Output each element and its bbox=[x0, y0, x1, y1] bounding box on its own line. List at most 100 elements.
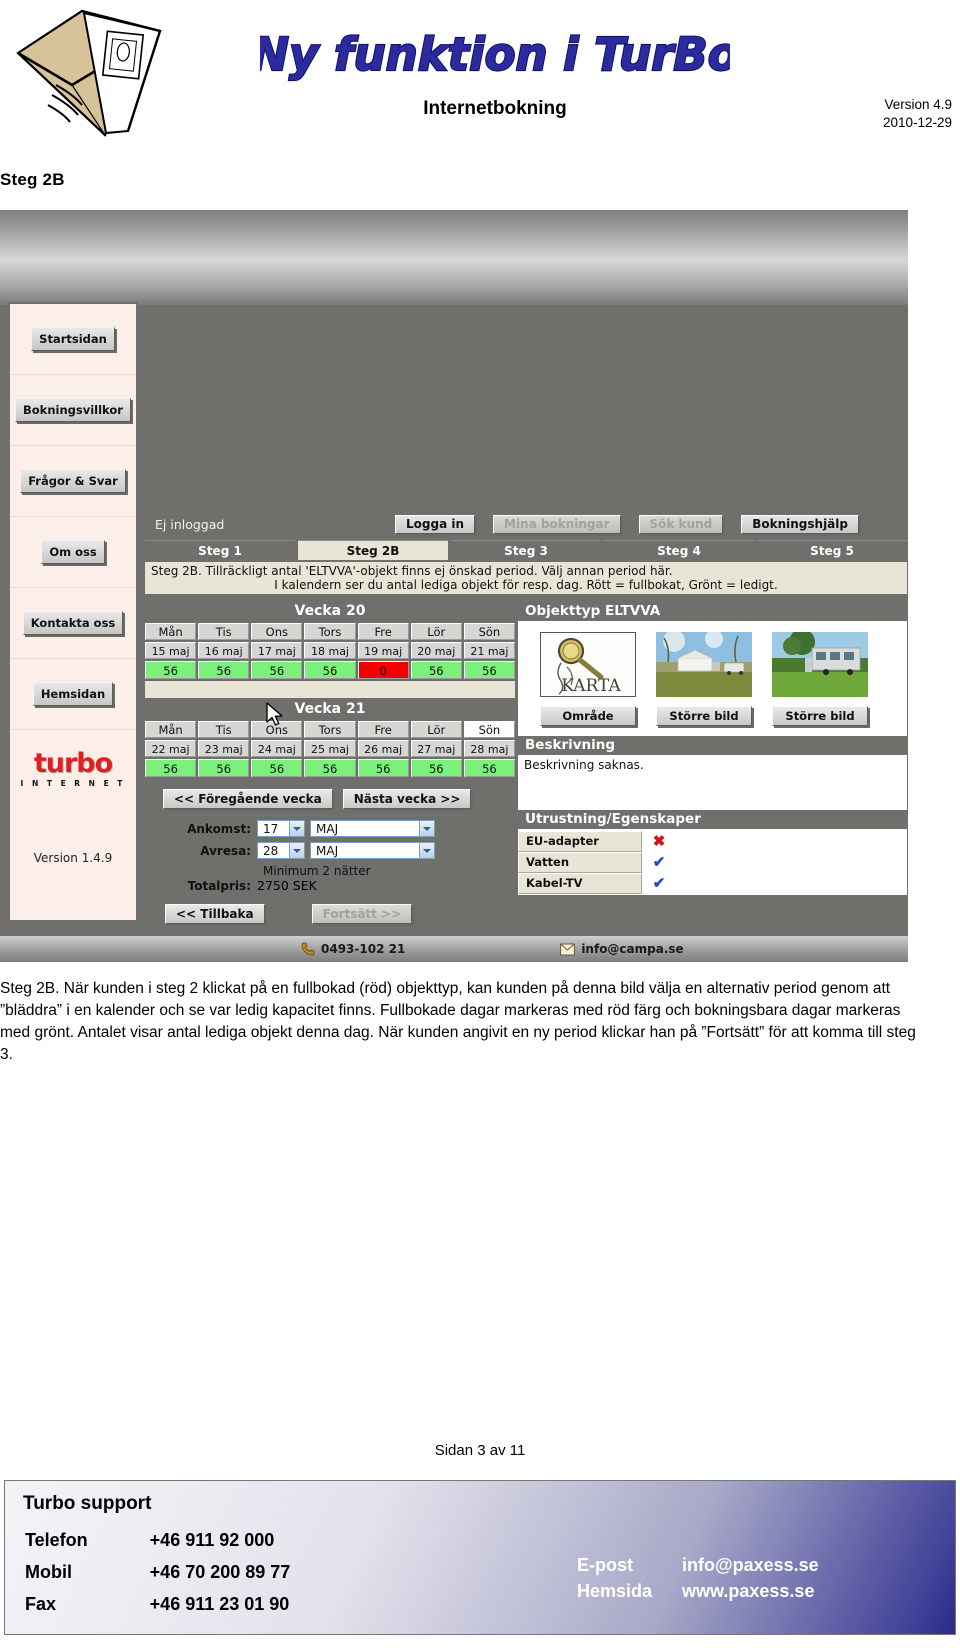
contact-label: Mobil bbox=[25, 1562, 72, 1582]
departure-label: Avresa: bbox=[200, 843, 251, 858]
step-tab-strip: Steg 1 Steg 2B Steg 3 Steg 4 Steg 5 bbox=[145, 540, 907, 560]
dow-cell: Tis bbox=[198, 721, 250, 738]
storre-bild-button-2[interactable]: Större bild bbox=[772, 706, 868, 726]
capacity-cell[interactable]: 56 bbox=[251, 661, 303, 679]
capacity-cell[interactable]: 56 bbox=[304, 759, 356, 777]
sidebar-item-bokningsvillkor[interactable]: Bokningsvillkor bbox=[10, 375, 136, 446]
previous-week-button[interactable]: << Föregående vecka bbox=[163, 789, 333, 809]
calendar-panel: Vecka 20 Mån Tis Ons Tors Fre Lör Sön 15… bbox=[145, 602, 515, 924]
arrival-day-select[interactable]: 17 bbox=[257, 820, 305, 837]
departure-row: Avresa: 28 MAJ bbox=[145, 842, 515, 859]
capacity-cell[interactable]: 56 bbox=[463, 759, 515, 777]
contact-left-column: Telefon +46 911 92 000 Mobil +46 70 200 … bbox=[23, 1525, 292, 1623]
page-number: Sidan 3 av 11 bbox=[434, 1442, 526, 1459]
sidebar-item-kontakta-oss[interactable]: Kontakta oss bbox=[10, 588, 136, 659]
departure-day-value: 28 bbox=[263, 843, 279, 858]
logga-in-button[interactable]: Logga in bbox=[395, 514, 476, 534]
tab-steg-5[interactable]: Steg 5 bbox=[757, 540, 907, 560]
dow-cell: Lör bbox=[410, 623, 462, 640]
contact-row-mobil: Mobil +46 70 200 89 77 bbox=[25, 1559, 290, 1589]
arrival-month-select[interactable]: MAJ bbox=[310, 820, 435, 837]
date-cell: 23 maj bbox=[198, 740, 250, 757]
back-button[interactable]: << Tillbaka bbox=[165, 904, 265, 924]
dow-cell: Mån bbox=[145, 721, 197, 738]
capacity-cell[interactable]: 56 bbox=[410, 759, 462, 777]
bokningshjalp-button[interactable]: Bokningshjälp bbox=[741, 514, 859, 534]
chevron-down-icon[interactable] bbox=[419, 843, 434, 858]
date-cell: 16 maj bbox=[198, 642, 250, 659]
sidebar-item-om-oss[interactable]: Om oss bbox=[10, 517, 136, 588]
tab-steg-3[interactable]: Steg 3 bbox=[451, 540, 601, 560]
chevron-down-icon[interactable] bbox=[419, 821, 434, 836]
capacity-cell[interactable]: 56 bbox=[357, 759, 409, 777]
chevron-down-icon[interactable] bbox=[289, 821, 304, 836]
contact-value: +46 911 92 000 bbox=[149, 1530, 275, 1550]
info-line-1: Steg 2B. Tillräckligt antal 'ELTVVA'-obj… bbox=[151, 564, 673, 578]
status-email-text: info@campa.se bbox=[581, 942, 684, 956]
sidebar-item-label[interactable]: Hemsidan bbox=[32, 682, 114, 706]
total-price-value: 2750 SEK bbox=[257, 878, 317, 893]
sidebar-item-label[interactable]: Kontakta oss bbox=[22, 611, 124, 635]
contact-value[interactable]: info@paxess.se bbox=[654, 1555, 819, 1579]
continue-button[interactable]: Fortsätt >> bbox=[311, 904, 413, 924]
page-title: Ny funktion i TurBo bbox=[260, 22, 730, 86]
capacity-cell[interactable]: 56 bbox=[463, 661, 515, 679]
departure-month-select[interactable]: MAJ bbox=[310, 842, 435, 859]
sidebar-item-fragor-svar[interactable]: Frågor & Svar bbox=[10, 446, 136, 517]
next-week-button[interactable]: Nästa vecka >> bbox=[342, 789, 472, 809]
contact-footer: Turbo support Telefon +46 911 92 000 Mob… bbox=[4, 1480, 956, 1635]
app-status-bar: 0493-102 21 info@campa.se bbox=[0, 936, 908, 962]
contact-value: +46 911 23 01 90 bbox=[149, 1594, 290, 1614]
caravan-photo-2[interactable] bbox=[772, 632, 868, 697]
capacity-cell[interactable]: 56 bbox=[304, 661, 356, 679]
capacity-cell[interactable]: 56 bbox=[410, 661, 462, 679]
tab-steg-1[interactable]: Steg 1 bbox=[145, 540, 295, 560]
week-20-dow-row: Mån Tis Ons Tors Fre Lör Sön bbox=[145, 623, 515, 640]
date-cell: 22 maj bbox=[145, 740, 197, 757]
caravan-photo-1[interactable] bbox=[656, 632, 752, 697]
sidebar-item-label[interactable]: Frågor & Svar bbox=[20, 469, 126, 493]
sidebar: Startsidan Bokningsvillkor Frågor & Svar… bbox=[8, 302, 138, 922]
dow-cell: Fre bbox=[357, 721, 409, 738]
check-icon: ✔ bbox=[652, 854, 666, 871]
omrade-button[interactable]: Område bbox=[540, 706, 636, 726]
dow-cell: Mån bbox=[145, 623, 197, 640]
chevron-down-icon[interactable] bbox=[289, 843, 304, 858]
date-cell: 27 maj bbox=[410, 740, 462, 757]
document-header: Ny funktion i TurBo Internetbokning Vers… bbox=[0, 0, 960, 189]
sidebar-item-startsidan[interactable]: Startsidan bbox=[10, 304, 136, 375]
sok-kund-button[interactable]: Sök kund bbox=[638, 514, 724, 534]
wizard-navigation: << Tillbaka Fortsätt >> bbox=[165, 904, 515, 924]
capacity-cell-full[interactable]: 0 bbox=[357, 661, 409, 679]
object-thumbnails: KARTA bbox=[518, 621, 907, 697]
sidebar-item-hemsidan[interactable]: Hemsidan bbox=[10, 659, 136, 730]
week-navigation: << Föregående vecka Nästa vecka >> bbox=[163, 789, 515, 809]
info-message: Steg 2B. Tillräckligt antal 'ELTVVA'-obj… bbox=[145, 562, 907, 594]
week-title-20: Vecka 20 bbox=[145, 602, 515, 621]
departure-day-select[interactable]: 28 bbox=[257, 842, 305, 859]
sidebar-item-label[interactable]: Bokningsvillkor bbox=[15, 398, 131, 422]
storre-bild-button-1[interactable]: Större bild bbox=[656, 706, 752, 726]
sidebar-item-label[interactable]: Om oss bbox=[41, 540, 105, 564]
mina-bokningar-button[interactable]: Mina bokningar bbox=[493, 514, 621, 534]
sidebar-item-label[interactable]: Startsidan bbox=[31, 327, 115, 351]
contact-value[interactable]: www.paxess.se bbox=[654, 1581, 819, 1605]
sidebar-version: Version 1.4.9 bbox=[33, 851, 113, 865]
capacity-cell[interactable]: 56 bbox=[145, 759, 197, 777]
tab-steg-4[interactable]: Steg 4 bbox=[604, 540, 754, 560]
booking-date-form: Ankomst: 17 MAJ Avresa: 28 MAJ Minimum 2… bbox=[145, 820, 515, 893]
capacity-cell[interactable]: 56 bbox=[198, 759, 250, 777]
capacity-cell[interactable]: 56 bbox=[145, 661, 197, 679]
contact-label: E-post bbox=[577, 1555, 633, 1575]
map-thumbnail[interactable]: KARTA bbox=[540, 632, 636, 697]
date-cell: 19 maj bbox=[357, 642, 409, 659]
contact-right-column: E-post info@paxess.se Hemsida www.paxess… bbox=[575, 1553, 821, 1607]
dow-cell: Tors bbox=[304, 623, 356, 640]
dow-cell: Sön bbox=[463, 623, 515, 640]
capacity-cell[interactable]: 56 bbox=[251, 759, 303, 777]
document-version-block: Version 4.9 2010-12-29 bbox=[883, 96, 952, 132]
contact-label: Telefon bbox=[25, 1530, 88, 1550]
capacity-cell[interactable]: 56 bbox=[198, 661, 250, 679]
tab-steg-2b[interactable]: Steg 2B bbox=[298, 540, 448, 560]
turbo-internet-logo: turbo I N T E R N E T bbox=[10, 730, 136, 808]
